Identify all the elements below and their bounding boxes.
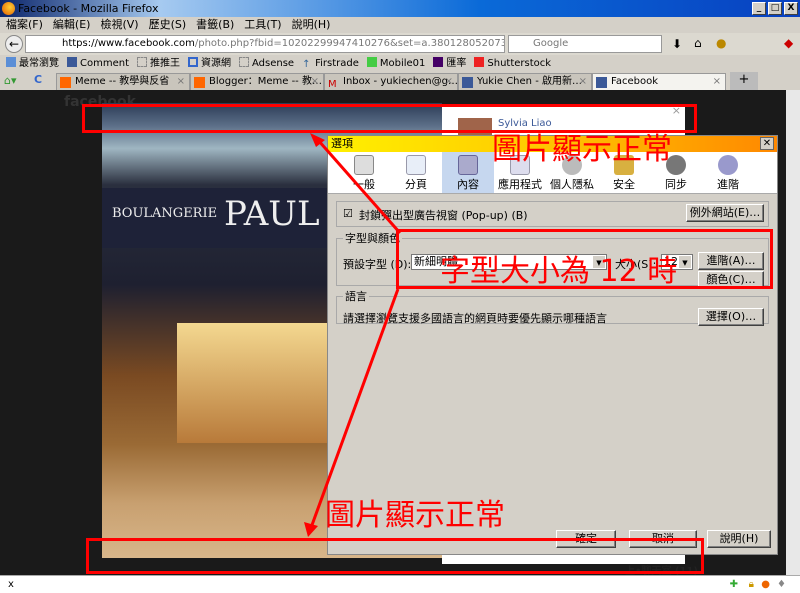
annotation-text-top: 圖片顯示正常: [492, 132, 672, 167]
annotation-text-bottom: 圖片顯示正常: [325, 498, 505, 533]
addon-bar-close[interactable]: x: [8, 579, 14, 590]
lock-icon[interactable]: 🔒︎: [749, 576, 754, 593]
arrow-head-bottom: [304, 522, 318, 537]
puzzle-icon[interactable]: ✚: [730, 576, 738, 593]
annotation-text-middle: 字型大小為 12 時: [440, 254, 678, 289]
firefox-icon[interactable]: ●: [761, 576, 770, 593]
arrow-line-bottom: [310, 288, 400, 526]
status-bar: x ✚ 🔒︎ ● ♦: [0, 575, 800, 593]
plugin-icon[interactable]: ♦: [777, 576, 786, 593]
arrow-line-top: [316, 139, 402, 234]
